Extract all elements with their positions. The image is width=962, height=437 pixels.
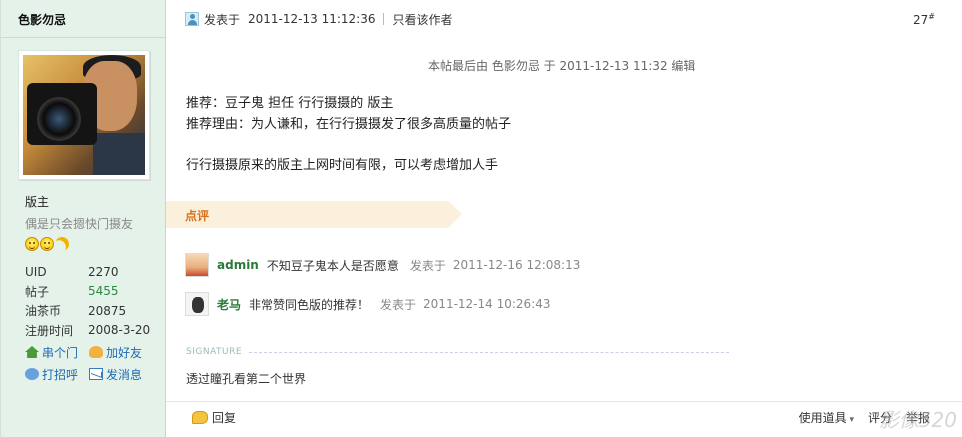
- level-icons: [25, 237, 69, 251]
- stat-value-link[interactable]: 5455: [88, 284, 119, 298]
- post-footer: 回复 使用道具 评分 举报: [166, 401, 962, 437]
- comment-item: 老马 非常赞同色版的推荐！ 发表于 2011-12-14 10:26:43: [185, 292, 551, 316]
- stat-value: 20875: [88, 303, 127, 318]
- add-friend-label: 加好友: [106, 345, 143, 360]
- visit-home-link[interactable]: 串个门: [25, 344, 89, 361]
- comment-text: 不知豆子鬼本人是否愿意: [266, 258, 399, 273]
- content-line: 推荐理由：为人谦和，在行行摄摄发了很多高质量的帖子: [186, 117, 512, 132]
- stat-label: 油茶币: [25, 304, 62, 319]
- online-user-icon: [185, 12, 199, 26]
- post-frame: 色影勿忌 版主 偶是只会摁快门摄友 UID 2270 帖子 5455 油茶币 2…: [0, 0, 962, 437]
- comments-header: 点评: [166, 201, 462, 228]
- author-username[interactable]: 色影勿忌: [1, 0, 165, 38]
- avatar[interactable]: [18, 50, 150, 180]
- comment-text: 非常赞同色版的推荐！: [249, 297, 370, 312]
- signature-text: 透过瞳孔看第二个世界: [186, 372, 307, 386]
- greet-link[interactable]: 打招呼: [25, 366, 89, 383]
- stat-value: 2270: [88, 264, 119, 279]
- comment-time: 2011-12-14 10:26:43: [423, 297, 551, 311]
- reply-button[interactable]: 回复: [192, 409, 236, 426]
- comment-item: admin 不知豆子鬼本人是否愿意 发表于 2011-12-16 12:08:1…: [185, 253, 580, 277]
- commenter-avatar[interactable]: [185, 253, 209, 277]
- author-sidebar: 色影勿忌 版主 偶是只会摁快门摄友 UID 2270 帖子 5455 油茶币 2…: [1, 0, 166, 437]
- comment-time-prefix: 发表于: [409, 258, 446, 273]
- edit-note: 本帖最后由 色影勿忌 于 2011-12-13 11:32 编辑: [428, 59, 696, 73]
- stat-label: 注册时间: [25, 323, 74, 338]
- visit-home-label: 串个门: [42, 345, 79, 360]
- author-only-link[interactable]: 只看该作者: [392, 11, 452, 28]
- greet-icon: [25, 368, 39, 380]
- commenter-name[interactable]: 老马: [217, 296, 241, 313]
- site-watermark: 影像520: [878, 408, 957, 432]
- floor-value: 27: [913, 13, 929, 27]
- commenter-name[interactable]: admin: [217, 258, 259, 272]
- send-message-label: 发消息: [106, 367, 143, 382]
- home-icon: [25, 346, 39, 358]
- header-divider: [383, 13, 385, 25]
- stat-label: UID: [25, 264, 47, 279]
- comment-time-prefix: 发表于: [380, 297, 417, 312]
- author-rank: 版主: [25, 195, 50, 209]
- sun-level-icon: [25, 237, 39, 251]
- stat-row-posts: 帖子 5455: [25, 282, 155, 302]
- reply-label: 回复: [212, 411, 237, 425]
- stat-label: 帖子: [25, 284, 50, 299]
- stat-value: 2008-3-20: [88, 323, 151, 338]
- post-main: 发表于 2011-12-13 11:12:36 只看该作者 27# 本帖最后由 …: [166, 0, 962, 437]
- commenter-avatar[interactable]: [185, 292, 209, 316]
- greet-label: 打招呼: [42, 367, 79, 382]
- signature-divider: [249, 352, 729, 353]
- author-actions: 串个门 加好友 打招呼 发消息: [25, 341, 155, 385]
- stat-row-uid: UID 2270: [25, 262, 155, 282]
- stat-row-register-date: 注册时间 2008-3-20: [25, 321, 155, 341]
- comment-time: 2011-12-16 12:08:13: [452, 258, 581, 272]
- add-friend-icon: [89, 346, 103, 358]
- moon-level-icon: [53, 235, 71, 253]
- comments-label: 点评: [185, 209, 210, 223]
- floor-number[interactable]: 27#: [913, 12, 935, 27]
- posted-prefix: 发表于: [204, 12, 241, 27]
- author-motto: 偶是只会摁快门摄友: [25, 217, 134, 231]
- use-tools-dropdown[interactable]: 使用道具: [799, 409, 854, 426]
- floor-mark: #: [928, 12, 935, 21]
- signature-label: SIGNATURE: [186, 347, 243, 357]
- post-content: 推荐：豆子鬼 担任 行行摄摄的 版主 推荐理由：为人谦和，在行行摄摄发了很多高质…: [186, 93, 511, 176]
- avatar-image: [23, 55, 145, 175]
- message-icon: [89, 368, 103, 380]
- content-line: 行行摄摄原来的版主上网时间有限，可以考虑增加人手: [186, 158, 499, 173]
- send-message-link[interactable]: 发消息: [89, 366, 153, 383]
- author-stats: UID 2270 帖子 5455 油茶币 20875 注册时间 2008-3-2…: [25, 262, 155, 340]
- add-friend-link[interactable]: 加好友: [89, 344, 153, 361]
- reply-icon: [192, 411, 208, 424]
- posted-time: 2011-12-13 11:12:36: [248, 12, 376, 26]
- content-line: 推荐：豆子鬼 担任 行行摄摄的 版主: [186, 96, 394, 111]
- post-header: 发表于 2011-12-13 11:12:36 只看该作者: [185, 10, 452, 28]
- stat-row-coins: 油茶币 20875: [25, 301, 155, 321]
- sun-level-icon: [40, 237, 54, 251]
